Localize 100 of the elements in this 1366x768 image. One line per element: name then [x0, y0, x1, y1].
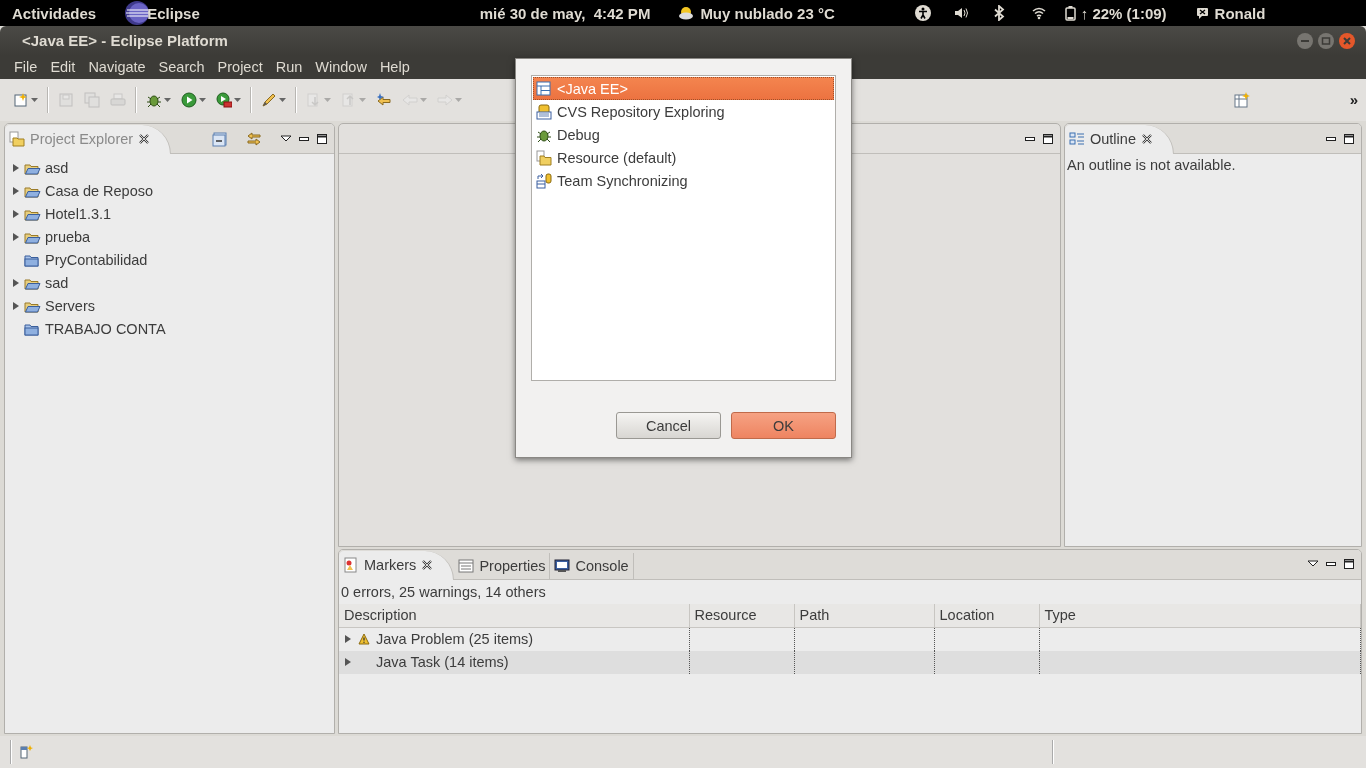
more-toolbar-button[interactable]: »: [1349, 91, 1358, 109]
closed-folder-icon: [24, 321, 41, 337]
perspective-item[interactable]: CVS Repository Exploring: [533, 100, 834, 123]
minimize-window-button[interactable]: [1296, 31, 1314, 50]
maximize-button[interactable]: [1343, 132, 1355, 145]
dropdown-caret-icon: [234, 97, 241, 102]
printer-icon: [110, 91, 126, 108]
play-icon: [181, 91, 197, 108]
floppy-disks-icon: [84, 91, 100, 108]
expand-arrow-icon[interactable]: [12, 186, 20, 196]
perspective-item[interactable]: Team Synchronizing: [533, 169, 834, 192]
dropdown-caret-icon: [31, 97, 38, 102]
pen-icon: [261, 91, 277, 108]
view-tab[interactable]: Console: [550, 552, 634, 579]
menu-item[interactable]: Run: [268, 59, 309, 76]
expand-arrow-icon[interactable]: [12, 232, 20, 242]
dropdown-caret-icon: [455, 97, 462, 102]
collapse-all-icon[interactable]: [212, 130, 228, 147]
app-menu-label[interactable]: Eclipse: [147, 4, 200, 22]
maximize-window-button[interactable]: [1317, 31, 1335, 50]
back-arrow-star-icon: [376, 91, 392, 108]
column-header[interactable]: Type: [1039, 603, 1361, 628]
tree-item[interactable]: Hotel1.3.1: [12, 203, 112, 225]
window-title: <Java EE> - Eclipse Platform: [22, 32, 229, 50]
new-file-icon: [13, 91, 29, 108]
menu-item[interactable]: Window: [308, 59, 373, 76]
closed-folder-icon: [24, 252, 41, 268]
menu-item[interactable]: Search: [151, 59, 211, 76]
perspective-item[interactable]: Debug: [533, 123, 834, 146]
view-tab[interactable]: Properties: [454, 552, 551, 579]
expand-arrow-icon[interactable]: [12, 163, 20, 173]
ok-button[interactable]: OK: [731, 412, 836, 439]
outline-tab[interactable]: Outline: [1065, 124, 1174, 154]
tree-item[interactable]: prueba: [12, 226, 91, 248]
markers-icon: [343, 557, 359, 573]
tree-item[interactable]: asd: [12, 157, 69, 179]
sync-database-icon: [536, 172, 552, 189]
wifi-icon[interactable]: [1030, 5, 1047, 21]
link-with-editor-icon[interactable]: [246, 130, 262, 147]
column-header[interactable]: Location: [934, 603, 1039, 628]
play-toolbox-icon: [216, 91, 232, 108]
dropdown-caret-icon: [164, 97, 171, 102]
accessibility-icon[interactable]: [914, 5, 931, 21]
cancel-button[interactable]: Cancel: [616, 412, 721, 439]
maximize-button[interactable]: [1343, 557, 1355, 570]
clock-label[interactable]: mié 30 de may, 4:42 PM: [479, 4, 651, 22]
warning-icon: [358, 633, 370, 646]
menu-item[interactable]: Edit: [43, 59, 82, 76]
column-header[interactable]: Description: [339, 603, 689, 628]
close-window-button[interactable]: [1338, 31, 1356, 50]
menu-item[interactable]: File: [7, 59, 44, 76]
folder-document-icon: [536, 149, 552, 166]
tree-item[interactable]: TRABAJO CONTA: [12, 318, 166, 340]
properties-icon: [458, 557, 475, 574]
tree-item[interactable]: PryContabilidad: [12, 249, 148, 271]
battery-icon[interactable]: [1062, 5, 1079, 21]
dropdown-caret-icon: [324, 97, 331, 102]
maximize-button[interactable]: [316, 132, 328, 145]
close-icon[interactable]: [421, 559, 434, 571]
database-cvs-icon: [536, 103, 552, 120]
menu-item[interactable]: Project: [210, 59, 269, 76]
view-tab[interactable]: Markers: [339, 550, 455, 580]
column-header[interactable]: Path: [794, 603, 934, 628]
battery-label[interactable]: ↑ 22% (1:09): [1080, 4, 1167, 22]
markers-summary: 0 errors, 25 warnings, 14 others: [340, 582, 547, 602]
menu-item[interactable]: Navigate: [81, 59, 152, 76]
tree-item[interactable]: Servers: [12, 295, 95, 317]
volume-icon[interactable]: [952, 5, 969, 21]
project-explorer-icon: [9, 131, 25, 147]
expand-arrow-icon[interactable]: [344, 634, 352, 645]
new-view-icon[interactable]: [19, 743, 35, 760]
expand-arrow-icon[interactable]: [12, 278, 20, 288]
weather-label[interactable]: Muy nublado 23 °C: [700, 4, 835, 22]
tab-label[interactable]: Outline: [1090, 131, 1136, 147]
dropdown-caret-icon: [359, 97, 366, 102]
tree-item[interactable]: sad: [12, 272, 69, 294]
activities-button[interactable]: Actividades: [12, 4, 97, 22]
table-cell: Java Problem (25 items): [376, 631, 534, 648]
chat-icon[interactable]: [1194, 5, 1211, 21]
user-menu-label[interactable]: Ronald: [1214, 4, 1266, 22]
column-header[interactable]: Resource: [689, 603, 794, 628]
maximize-button[interactable]: [1042, 132, 1054, 145]
table-layout-icon: [536, 80, 552, 97]
perspective-item[interactable]: Resource (default): [533, 146, 834, 169]
dropdown-caret-icon: [279, 97, 286, 102]
console-icon: [554, 557, 571, 574]
dropdown-caret-icon: [420, 97, 427, 102]
expand-arrow-icon[interactable]: [12, 209, 20, 219]
close-icon[interactable]: [1140, 133, 1153, 145]
table-cell: Java Task (14 items): [376, 654, 509, 670]
weather-icon[interactable]: [678, 5, 695, 21]
view-menu-icon[interactable]: [1307, 559, 1319, 568]
down-arrow-page-icon: [306, 91, 322, 108]
view-menu-icon[interactable]: [280, 134, 292, 143]
tree-item[interactable]: Casa de Reposo: [12, 180, 153, 202]
open-perspective-icon[interactable]: [1233, 91, 1250, 108]
expand-arrow-icon[interactable]: [12, 301, 20, 311]
expand-arrow-icon[interactable]: [344, 657, 352, 667]
menu-item[interactable]: Help: [372, 59, 416, 76]
close-icon[interactable]: [138, 133, 151, 145]
